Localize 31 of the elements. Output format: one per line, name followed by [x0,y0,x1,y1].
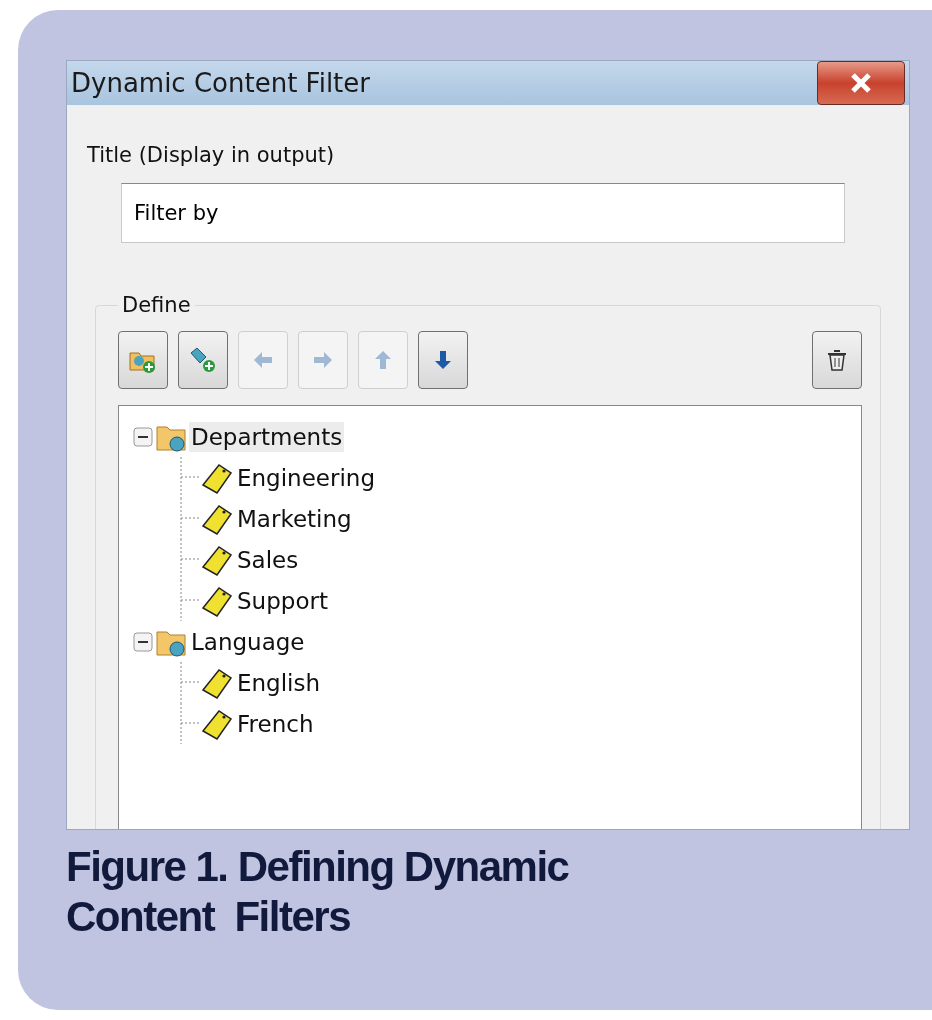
down-arrow-icon [433,349,453,371]
tree-connector-line [180,498,199,539]
tree-connector-line [180,457,199,498]
tree-node[interactable]: Departments [189,421,345,452]
tree-node[interactable]: Marketing [235,503,354,534]
figure-caption: Figure 1. Defining Dynamic Content Filters [66,842,570,942]
tree-connector-line [180,703,199,744]
title-input-field[interactable]: Filter by [121,183,845,243]
collapse-icon[interactable] [133,631,153,652]
tree-connector-line [180,580,199,621]
up-arrow-icon [373,349,393,371]
trash-icon [826,348,848,372]
tree-node[interactable]: English [235,667,323,698]
window-title: Dynamic Content Filter [71,68,370,98]
tree-node[interactable]: Language [189,626,307,657]
toolbar-button[interactable] [418,331,468,389]
tree-node[interactable]: Engineering [235,462,377,493]
field-label: Title (Display in output) [87,143,336,167]
right-arrow-icon [312,350,334,370]
toolbar-button[interactable] [812,331,862,389]
group-legend: Define [118,293,195,317]
left-arrow-icon [252,350,274,370]
tree-node[interactable]: Support [235,585,330,616]
tag-add-icon [188,345,218,375]
close-icon [848,72,874,94]
collapse-icon[interactable] [133,426,153,447]
close-button[interactable] [817,61,905,105]
tree-connector-line [180,662,199,703]
tree-connector-line [180,539,199,580]
tree-node[interactable]: French [235,708,316,739]
tree-node[interactable]: Sales [235,544,301,575]
